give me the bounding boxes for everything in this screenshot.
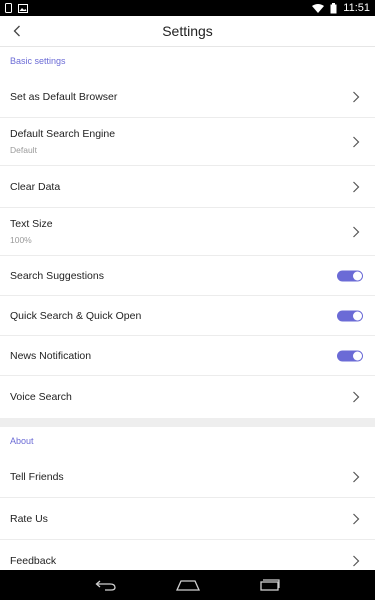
settings-content: Basic settings Set as Default Browser De… xyxy=(0,47,375,570)
nav-home-button[interactable] xyxy=(173,575,203,595)
setting-label: Quick Search & Quick Open xyxy=(10,309,142,322)
setting-default-browser[interactable]: Set as Default Browser xyxy=(0,76,375,118)
section-title-basic: Basic settings xyxy=(10,56,66,66)
chevron-right-icon xyxy=(353,226,360,237)
nav-recents-button[interactable] xyxy=(255,575,285,595)
search-suggestions-toggle[interactable] xyxy=(337,270,363,281)
status-bar: 11:51 xyxy=(0,0,375,16)
status-time: 11:51 xyxy=(343,2,370,14)
app-bar: Settings xyxy=(0,16,375,47)
battery-icon xyxy=(330,2,337,13)
chevron-right-icon xyxy=(353,181,360,192)
status-left xyxy=(5,3,28,13)
setting-text-size[interactable]: Text Size 100% xyxy=(0,208,375,256)
back-icon xyxy=(95,580,116,591)
setting-clear-data[interactable]: Clear Data xyxy=(0,166,375,208)
setting-label: News Notification xyxy=(10,349,92,362)
setting-label: Clear Data xyxy=(10,180,61,193)
news-notification-toggle[interactable] xyxy=(337,350,363,361)
chevron-right-icon xyxy=(353,471,360,482)
setting-label: Feedback xyxy=(10,555,57,567)
setting-label: Default Search Engine xyxy=(10,128,116,140)
setting-label: Rate Us xyxy=(10,512,48,525)
chevron-right-icon xyxy=(353,513,360,524)
setting-tell-friends[interactable]: Tell Friends xyxy=(0,456,375,498)
setting-voice-search[interactable]: Voice Search xyxy=(0,376,375,418)
setting-feedback[interactable]: Feedback xyxy=(0,540,375,570)
status-right: 11:51 xyxy=(312,2,370,14)
setting-label: Text Size xyxy=(10,218,53,230)
toggle-knob xyxy=(353,351,362,360)
phone-status-icon xyxy=(5,3,12,13)
chevron-right-icon xyxy=(353,91,360,102)
back-button[interactable] xyxy=(6,20,28,42)
setting-quick-search: Quick Search & Quick Open xyxy=(0,296,375,336)
image-notification-icon xyxy=(18,3,28,13)
chevron-right-icon xyxy=(353,391,360,403)
setting-label: Tell Friends xyxy=(10,470,64,483)
toggle-knob xyxy=(353,271,362,280)
back-arrow-icon xyxy=(13,25,20,37)
system-nav-bar xyxy=(0,570,375,600)
setting-label: Set as Default Browser xyxy=(10,90,118,103)
toggle-knob xyxy=(353,311,362,320)
page-title: Settings xyxy=(162,23,213,39)
section-divider xyxy=(0,418,375,427)
chevron-right-icon xyxy=(353,555,360,567)
setting-rate-us[interactable]: Rate Us xyxy=(0,498,375,540)
quick-search-toggle[interactable] xyxy=(337,310,363,321)
setting-label: Search Suggestions xyxy=(10,269,104,282)
section-title-about: About xyxy=(10,436,34,446)
recents-icon xyxy=(259,579,280,591)
setting-default-search-engine[interactable]: Default Search Engine Default xyxy=(0,118,375,166)
setting-value: 100% xyxy=(10,235,32,245)
nav-back-button[interactable] xyxy=(91,575,121,595)
wifi-icon xyxy=(312,3,325,13)
setting-search-suggestions: Search Suggestions xyxy=(0,256,375,296)
home-icon xyxy=(175,579,200,591)
setting-label: Voice Search xyxy=(10,391,72,403)
chevron-right-icon xyxy=(353,136,360,147)
setting-news-notification: News Notification xyxy=(0,336,375,376)
setting-value: Default xyxy=(10,145,37,155)
